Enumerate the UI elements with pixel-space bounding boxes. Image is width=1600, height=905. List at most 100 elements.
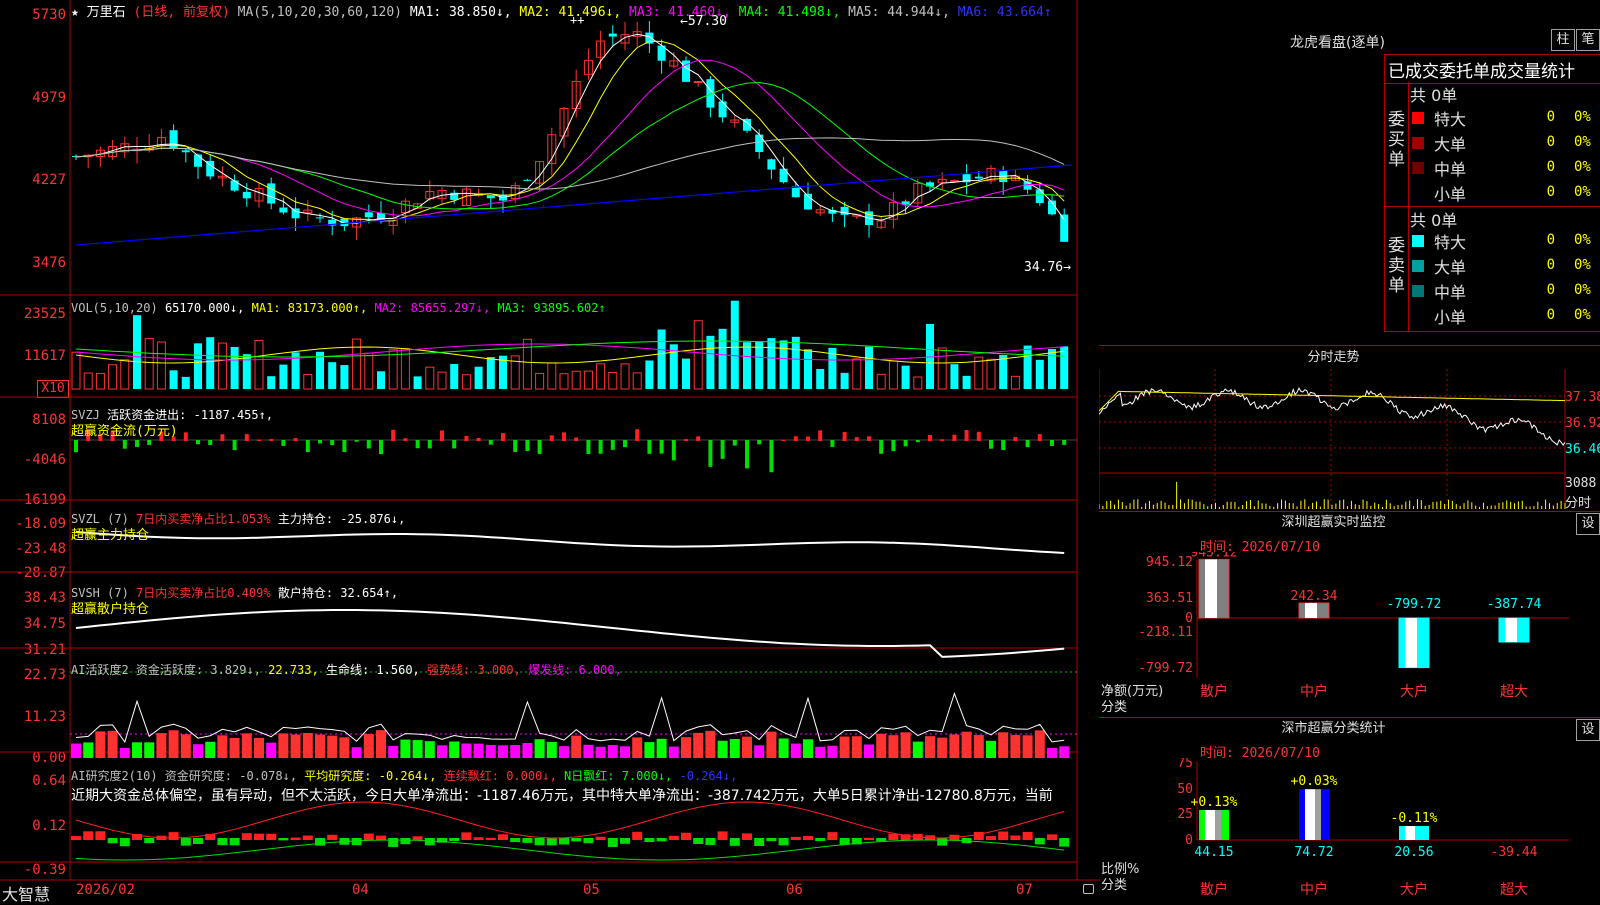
- intraday-ytick: 37.38: [1565, 390, 1600, 405]
- activity-bar: [644, 742, 655, 758]
- research-bar: [778, 838, 789, 846]
- tick-mode-button[interactable]: 笔: [1576, 29, 1600, 51]
- app-brand[interactable]: 大智慧: [2, 881, 50, 905]
- main-chart-area[interactable]: [0, 0, 1100, 900]
- money-flow-bar: [293, 438, 298, 441]
- ma5-label: MA5: 44.944↓,: [848, 5, 950, 20]
- volume-bar: [194, 343, 202, 389]
- volume-bar: [706, 335, 715, 389]
- money-flow-bar: [1025, 440, 1030, 448]
- ma-prefix: MA(5,10,20,30,60,120): [237, 5, 403, 20]
- category-bar-highlight: [1505, 618, 1517, 643]
- ma6-line: [75, 164, 1073, 246]
- xaxis-label: 04: [352, 882, 369, 898]
- volume-bar: [1060, 346, 1069, 389]
- money-flow-bar: [842, 432, 847, 441]
- ma1-label: MA1: 38.850↓,: [409, 5, 512, 20]
- volume-bar: [767, 338, 776, 389]
- activity-bar: [376, 730, 386, 758]
- ytick-label: 945.12: [1146, 555, 1193, 570]
- ai-research-v5: -0.264↓,: [679, 769, 738, 783]
- bar-value-label: 20.56: [1394, 845, 1433, 860]
- money-flow-bar: [354, 440, 359, 442]
- research-bar: [302, 835, 313, 840]
- volume-bar: [632, 372, 642, 390]
- activity-bar: [668, 746, 679, 758]
- research-bar: [986, 836, 996, 840]
- order-percent: 0%: [1574, 109, 1591, 125]
- activity-bar: [144, 742, 155, 758]
- ai-active-v5: 爆发线: 6.000,: [528, 663, 622, 677]
- volume-bar: [682, 358, 690, 389]
- color-swatch: [1412, 285, 1424, 297]
- research-bar: [766, 838, 777, 842]
- volume-bar: [425, 366, 435, 390]
- activity-bar: [815, 746, 826, 758]
- volume-bar: [156, 341, 166, 390]
- volume-bar: [804, 349, 812, 389]
- star-icon[interactable]: ★: [71, 5, 79, 20]
- volume-bar: [645, 360, 654, 389]
- research-bar: [693, 838, 704, 844]
- money-flow-bar: [903, 440, 908, 447]
- volume-bar: [583, 370, 593, 390]
- volume-bar: [71, 351, 81, 390]
- ai-active-v3: 生命线: 1.560,: [325, 663, 420, 677]
- ai-research-comment: 近期大资金总体偏空，虽有异动，但不太活跃，今日大单净流出：-1187.46万元，…: [71, 788, 1053, 804]
- activity-bar: [193, 744, 203, 758]
- intraday-chart[interactable]: [1099, 369, 1600, 509]
- volume-bar: [888, 360, 898, 390]
- lock-icon[interactable]: [1083, 884, 1094, 894]
- monitor-settings-button[interactable]: 设: [1576, 513, 1600, 535]
- research-bar: [705, 838, 716, 845]
- money-flow-bar: [379, 440, 383, 455]
- bar-mode-button[interactable]: 柱: [1551, 29, 1575, 51]
- money-flow-bar: [696, 436, 701, 441]
- category-bar-highlight: [1305, 602, 1317, 618]
- volume-bar: [1048, 348, 1056, 389]
- money-flow-bar: [183, 432, 188, 441]
- activity-bar: [742, 736, 752, 758]
- candle-down: [279, 207, 288, 213]
- activity-bar: [754, 745, 765, 758]
- chart-mode[interactable]: (日线, 前复权): [134, 5, 230, 20]
- money-flow-bar: [610, 440, 615, 450]
- volume-bar: [461, 374, 471, 390]
- research-line: [75, 801, 1065, 839]
- dragon-subtitle: 已成交委托单成交量统计: [1388, 62, 1575, 82]
- money-flow-bar: [891, 440, 896, 452]
- category-label: 超大: [1500, 684, 1528, 700]
- volume-bar: [791, 336, 800, 389]
- category-label: 散户: [1200, 683, 1228, 700]
- money-flow-bar: [318, 440, 322, 444]
- candle-down: [791, 186, 800, 198]
- money-flow-bar: [122, 440, 127, 449]
- money-flow-bar: [635, 429, 640, 441]
- research-bar: [217, 838, 228, 846]
- candle-down: [718, 101, 727, 118]
- activity-bar: [534, 739, 545, 758]
- vol-legend: VOL(5,10,20) 65170.000↓, MA1: 83173.000↑…: [71, 301, 606, 315]
- classify-settings-button[interactable]: 设: [1576, 719, 1600, 741]
- volume-bar: [352, 338, 362, 390]
- activity-bar: [717, 740, 728, 758]
- money-flow-bar: [720, 440, 725, 459]
- intraday-vol-sub: 分时: [1565, 496, 1592, 511]
- money-flow-bar: [525, 440, 530, 451]
- color-swatch: [1412, 137, 1424, 149]
- volume-bar: [559, 373, 569, 390]
- ytick-label: 0: [1185, 611, 1193, 626]
- order-count: 0: [1546, 257, 1555, 273]
- activity-bar: [790, 743, 801, 758]
- monitor-chart[interactable]: 945.12 363.51 0-218.11 -799.72 945.12 散户 242.3…: [1099, 552, 1600, 722]
- classify-title: 深市超赢分类统计: [1281, 721, 1386, 736]
- research-bar: [729, 838, 740, 846]
- classify-chart[interactable]: 7550250+0.13%44.15散户+0.03%74.72中户-0.11%2…: [1099, 758, 1600, 900]
- candle-down: [291, 208, 300, 219]
- activity-bar: [778, 738, 789, 758]
- activity-bar: [705, 730, 716, 758]
- activity-bar: [912, 741, 923, 758]
- bar-value-label: 44.15: [1194, 845, 1233, 860]
- research-bar: [327, 834, 338, 840]
- activity-bar: [363, 733, 374, 758]
